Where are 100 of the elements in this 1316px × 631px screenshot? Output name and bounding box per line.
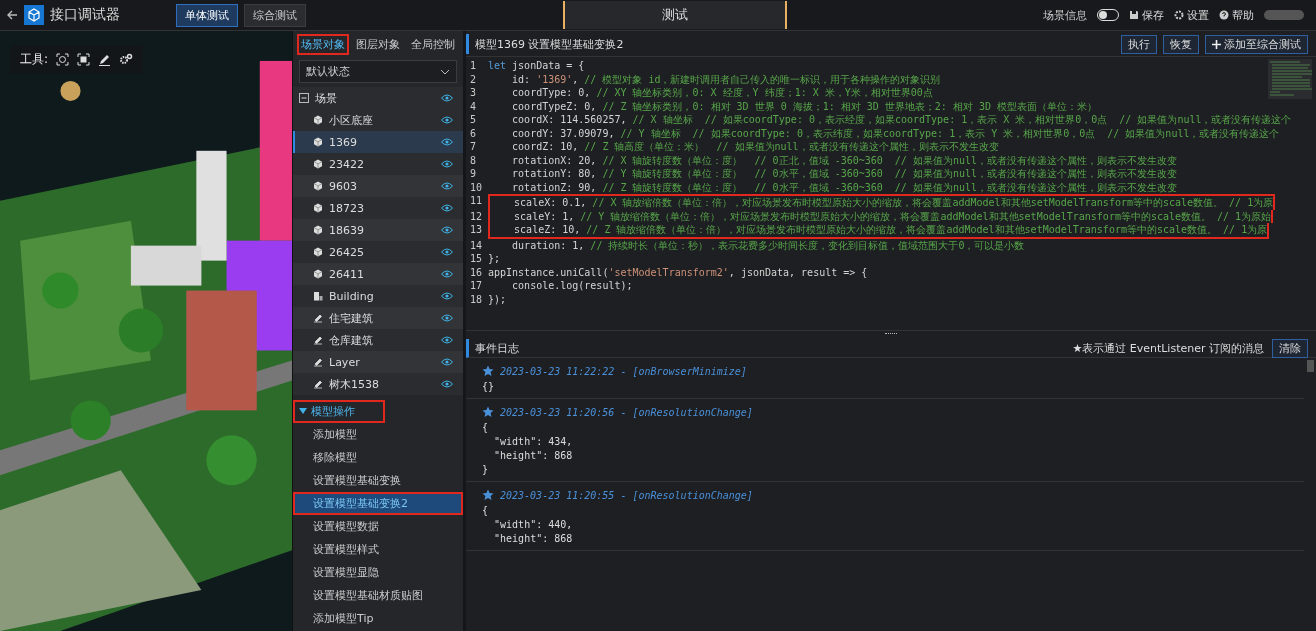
line-number: 10 [469,180,484,194]
line-number: 16 [469,265,484,279]
help-button[interactable]: 帮助 [1219,7,1254,23]
eye-icon[interactable] [441,204,453,212]
clear-button[interactable]: 清除 [1272,338,1308,358]
scrollbar[interactable] [1307,360,1314,372]
app-title: 接口调试器 [50,6,121,24]
settings-icon [1174,10,1184,20]
code-line: rotationZ: 90, // Z 轴旋转度数（单位：度） // 0水平，值域 -360~360 // 如果值为null，或者没有传递这个属性，则表示不发生改变 [511,180,1177,194]
tree-item[interactable]: 9603 [293,175,463,197]
event-data-line: "height": 868 [493,449,574,463]
state-dropdown[interactable]: 默认状态 [299,60,457,83]
eye-icon[interactable] [441,182,453,190]
tree-item[interactable]: 小区底座 [293,109,463,131]
code-line: console.log(result); [511,279,633,293]
add-to-suite-button[interactable]: 添加至综合测试 [1205,34,1308,54]
cube-icon [313,115,323,125]
cube-icon [313,203,323,213]
cube-icon [313,181,323,191]
scene-info-toggle[interactable] [1097,9,1119,21]
code-line: let jsonData = { [488,59,585,73]
code-line: coordX: 114.560257, // X 轴坐标 // 如果coordType: 0，表示经度，如果coordType: 1，表示 X 米，相对世界0，0点 // 如果值为null，或者没有传递这个 [511,113,1292,127]
caret-icon [299,408,307,414]
operation-item[interactable]: 设置模型显隐 [293,561,463,584]
code-line: coordY: 37.09079, // Y 轴坐标 // 如果coordType: 0，表示纬度，如果coordType: 1，表示 Y 米，相对世界0，0点 // 如果值为null，或者没有传递这个 [511,126,1280,140]
operation-item[interactable]: 设置模型基础材质贴图 [293,584,463,607]
save-icon [1129,10,1139,20]
event-data-line: {} [482,380,496,394]
help-icon [1219,10,1229,20]
code-line: appInstance.uniCall('setModelTransform2', jsonData, result => { [488,265,868,279]
line-number: 3 [469,86,478,100]
panel-tab[interactable]: 图层对象 [352,34,404,55]
tree-item[interactable]: Layer [293,351,463,373]
tree-item[interactable]: 住宅建筑 [293,307,463,329]
splitter-handle[interactable] [885,333,897,337]
eye-icon[interactable] [441,270,453,278]
settings-icon[interactable] [119,53,134,66]
panel-tab[interactable]: 全局控制 [407,34,459,55]
tree-item[interactable]: 树木1538 [293,373,463,395]
tree-item[interactable]: 23422 [293,153,463,175]
back-icon[interactable] [6,9,18,21]
tree-item[interactable]: 18639 [293,219,463,241]
operation-item[interactable]: 添加模型 [293,423,463,446]
section-header[interactable]: 模型操作 [293,400,385,423]
tree-item[interactable]: 18723 [293,197,463,219]
mode-tab[interactable]: 单体测试 [176,3,238,27]
chevron-down-icon [440,68,450,75]
frame-icon[interactable] [77,53,91,66]
line-number: 9 [469,167,478,181]
pen-icon[interactable] [98,53,112,66]
editor-title: 模型1369 设置模型基础变换2 [475,36,625,52]
eye-icon[interactable] [441,138,453,146]
line-number: 13 [469,223,484,237]
settings-button[interactable]: 设置 [1174,7,1209,23]
page-title: 测试 [562,1,787,29]
eye-icon[interactable] [441,94,453,102]
pen-icon [313,335,323,345]
locate-icon[interactable] [56,53,70,66]
operation-item[interactable]: 设置模型样式 [293,538,463,561]
operation-item[interactable]: 移除模型 [293,446,463,469]
operation-item[interactable]: 设置模型基础变换2 [293,492,463,515]
tree-item[interactable]: 1369 [293,131,463,153]
mode-tab[interactable]: 综合测试 [244,3,306,27]
collapse-icon[interactable] [299,93,309,103]
eye-icon[interactable] [441,336,453,344]
log-title: 事件日志 [475,340,520,356]
tree-item[interactable]: 场景 [293,87,463,109]
eye-icon[interactable] [441,292,453,300]
operation-item[interactable]: 添加模型Tip [293,607,463,630]
code-line: coordType: 0, // XY 轴坐标类别，0: X 经度，Y 纬度；1: X 米，Y米，相对世界00点 [511,86,933,100]
line-number: 5 [469,113,478,127]
eye-icon[interactable] [441,314,453,322]
save-button[interactable]: 保存 [1129,7,1164,23]
event-data-line: } [482,463,490,477]
operation-item[interactable]: 设置模型基础变换 [293,469,463,492]
eye-icon[interactable] [441,160,453,168]
tree-item[interactable]: Building [293,285,463,307]
cube-icon [313,159,323,169]
line-number: 1 [469,59,478,73]
eye-icon[interactable] [441,248,453,256]
code-line: rotationY: 80, // Y 轴旋转度数（单位：度） // 0水平，值域 -360~360 // 如果值为null，或者没有传递这个属性，则表示不发生改变 [511,167,1177,181]
event-data-line: "width": 440, [493,518,574,532]
eye-icon[interactable] [441,380,453,388]
tree-item[interactable]: 26425 [293,241,463,263]
line-number: 12 [469,209,484,223]
panel-tab[interactable]: 场景对象 [297,34,349,55]
eye-icon[interactable] [441,226,453,234]
editor-button[interactable]: 恢复 [1163,34,1199,54]
line-number: 6 [469,126,478,140]
line-number: 17 [469,279,484,293]
line-number: 4 [469,99,478,113]
code-line: scaleZ: 10, // Z 轴放缩倍数（单位：倍），对应场景发布时模型原始大小的缩放，将会覆盖addModel和其他setModelTransform等中的scale数值。 // 1为原 [488,223,1270,239]
eye-icon[interactable] [441,358,453,366]
tree-item[interactable]: 26411 [293,263,463,285]
pen-icon [313,313,323,323]
editor-button[interactable]: 执行 [1121,34,1157,54]
operation-item[interactable]: 设置模型数据 [293,515,463,538]
eye-icon[interactable] [441,116,453,124]
event-data-line: { [482,504,490,518]
tree-item[interactable]: 仓库建筑 [293,329,463,351]
